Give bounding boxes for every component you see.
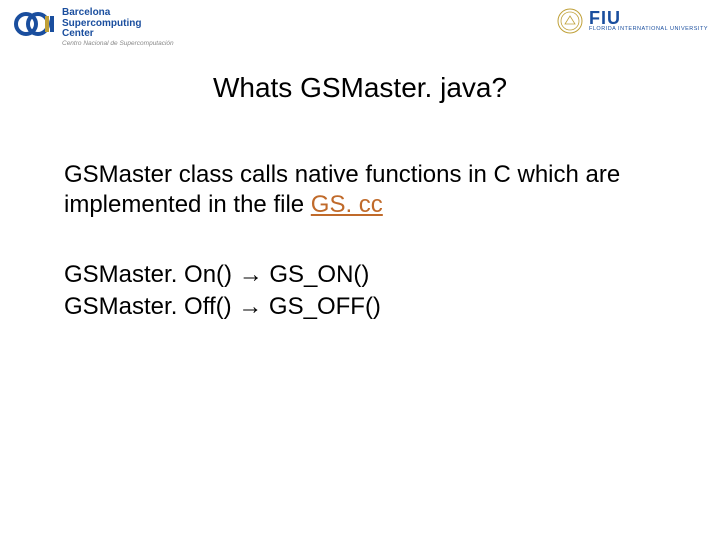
fiu-text: FIU FLORIDA INTERNATIONAL UNIVERSITY <box>589 9 708 33</box>
bsc-subtitle: Centro Nacional de Supercomputación <box>62 41 174 48</box>
bsc-mark-icon <box>12 8 56 40</box>
fiu-seal-icon <box>557 8 583 34</box>
mapping-line-2: GSMaster. Off() → GS_OFF() <box>64 292 656 322</box>
bsc-name-line1: Barcelona <box>62 8 174 19</box>
bsc-logo: Barcelona Supercomputing Center Centro N… <box>12 8 174 47</box>
mapping-line-1: GSMaster. On() → GS_ON() <box>64 260 656 290</box>
para1-link: GS. cc <box>311 191 383 218</box>
header: Barcelona Supercomputing Center Centro N… <box>12 8 708 56</box>
fiu-fullname: FLORIDA INTERNATIONAL UNIVERSITY <box>589 27 708 33</box>
slide: Barcelona Supercomputing Center Centro N… <box>0 0 720 540</box>
bsc-name-line3: Center <box>62 29 174 40</box>
bsc-text: Barcelona Supercomputing Center Centro N… <box>62 8 174 47</box>
paragraph-1: GSMaster class calls native functions in… <box>64 160 656 220</box>
fiu-acronym: FIU <box>589 9 621 27</box>
fiu-logo: FIU FLORIDA INTERNATIONAL UNIVERSITY <box>557 8 708 34</box>
slide-body: GSMaster class calls native functions in… <box>64 160 656 324</box>
slide-title: Whats GSMaster. java? <box>0 72 720 104</box>
